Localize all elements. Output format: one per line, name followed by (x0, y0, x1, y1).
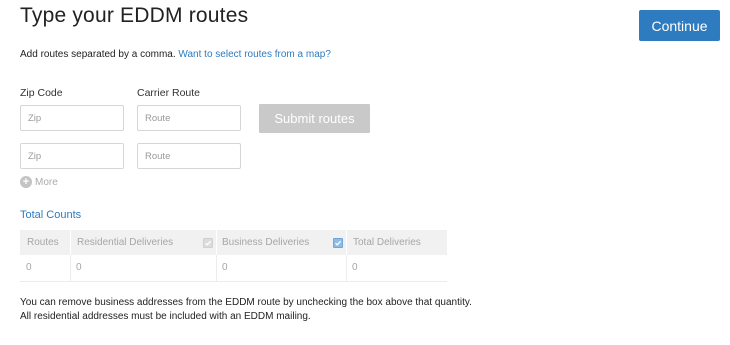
header-business-deliveries: Business Deliveries (222, 237, 310, 248)
route-input-1[interactable] (137, 105, 241, 131)
residential-checkbox[interactable] (203, 238, 213, 248)
select-from-map-link[interactable]: Want to select routes from a map? (178, 49, 330, 60)
more-label: More (35, 176, 58, 188)
header-divider (216, 230, 217, 255)
row-divider (70, 255, 71, 281)
page-title: Type your EDDM routes (20, 4, 249, 27)
zip-code-label: Zip Code (20, 87, 63, 99)
counts-table-header: Routes Residential Deliveries Business D… (20, 230, 447, 255)
total-count: 0 (352, 262, 358, 273)
continue-button[interactable]: Continue (639, 10, 720, 41)
counts-table-row: 0 0 0 0 (20, 255, 447, 282)
row-divider (346, 255, 347, 281)
header-divider (346, 230, 347, 255)
carrier-route-label: Carrier Route (137, 87, 201, 99)
footer-note-line-2: All residential addresses must be includ… (20, 311, 311, 322)
header-routes: Routes (27, 237, 59, 248)
zip-input-2[interactable] (20, 143, 124, 169)
instructions-text: Add routes separated by a comma. (20, 49, 176, 60)
residential-count: 0 (76, 262, 82, 273)
checkmark-icon (205, 240, 212, 246)
business-count: 0 (222, 262, 228, 273)
plus-circle-icon: + (20, 176, 32, 188)
routes-count: 0 (26, 262, 32, 273)
checkmark-icon (335, 240, 342, 246)
footer-note-line-1: You can remove business addresses from t… (20, 297, 472, 308)
business-checkbox[interactable] (333, 238, 343, 248)
submit-routes-button[interactable]: Submit routes (259, 104, 370, 133)
row-divider (216, 255, 217, 281)
more-button[interactable]: + More (20, 176, 58, 188)
zip-input-1[interactable] (20, 105, 124, 131)
route-input-2[interactable] (137, 143, 241, 169)
total-counts-title: Total Counts (20, 209, 82, 221)
instructions: Add routes separated by a comma. Want to… (20, 49, 331, 60)
header-residential-deliveries: Residential Deliveries (77, 237, 174, 248)
header-total-deliveries: Total Deliveries (353, 237, 421, 248)
footer-note: You can remove business addresses from t… (20, 296, 472, 324)
header-divider (70, 230, 71, 255)
